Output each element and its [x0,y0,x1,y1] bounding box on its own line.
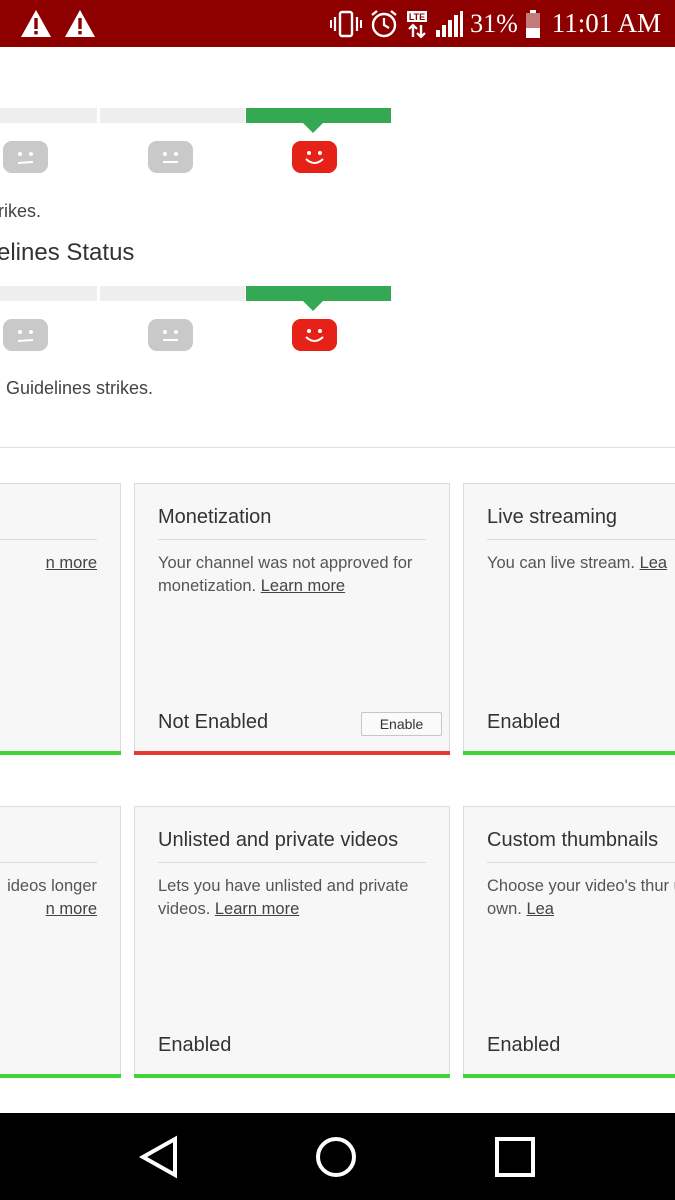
guidelines-strike-meter [0,286,391,356]
happy-face-icon [292,141,337,173]
neutral-face-icon [148,141,193,173]
neutral-face-icon [148,319,193,351]
enable-button[interactable]: Enable [361,712,442,736]
svg-text:LTE: LTE [409,12,425,22]
vibrate-icon [330,10,363,37]
feature-card-clipped: n more [0,483,121,755]
happy-face-icon [292,319,337,351]
live-streaming-card: Live streaming You can live stream. Lea … [463,483,675,755]
status-bar: LTE 31% 11:01 AM [0,0,675,47]
card-description: Lets you have unlisted and private video… [158,877,409,918]
copyright-strikes-caption: rikes. [0,201,42,221]
custom-thumbnails-card: Custom thumbnails Choose your video's th… [463,806,675,1078]
learn-more-link[interactable]: n more [46,900,97,918]
warning-icon [21,10,51,37]
learn-more-link[interactable]: Learn more [215,900,299,918]
navigation-bar [0,1113,675,1200]
guidelines-status-title: elines Status [0,239,135,266]
status-indicator-bar [134,1074,450,1078]
card-status: Enabled [487,1034,561,1056]
card-status: Enabled [158,1034,232,1056]
card-description: Your channel was not approved for moneti… [158,554,413,595]
status-indicator-bar [463,1074,675,1078]
strike-segment-current [246,108,391,123]
card-separator [487,539,675,540]
status-indicator-bar [463,751,675,755]
learn-more-link[interactable]: Lea [640,554,668,572]
card-description: ideos longer n more [7,877,97,918]
card-description: Choose your video's thur uploading your … [487,877,675,918]
feature-card-clipped: Live streaming You can live stream. Lea … [463,483,675,755]
current-indicator-icon [303,301,323,311]
monetization-card: Monetization Your channel was not approv… [134,483,450,755]
neutral-face-icon [3,141,48,173]
card-description: n more [0,552,97,575]
feature-card: n more [0,483,121,755]
copyright-strike-meter [0,108,391,178]
card-title: Monetization [158,506,272,528]
current-indicator-icon [303,123,323,133]
learn-more-link[interactable]: n more [46,554,97,572]
learn-more-link[interactable]: Lea [526,900,554,918]
strike-segment-current [246,286,391,301]
card-title: Live streaming [487,506,618,528]
guidelines-strikes-caption: Guidelines strikes. [6,378,154,398]
clock: 11:01 AM [551,8,661,38]
status-indicator-bar [0,751,121,755]
lte-icon: LTE [407,10,428,39]
section-divider [0,447,675,448]
feature-card-clipped: ideos longer n more [0,806,121,1078]
neutral-face-icon [3,319,48,351]
card-title: Custom thumbnails [487,829,659,851]
feature-card: ideos longer n more [0,806,121,1078]
learn-more-link[interactable]: Learn more [261,577,345,595]
card-description: You can live stream. Lea [487,554,668,572]
feature-card-clipped: Custom thumbnails Choose your video's th… [463,806,675,1078]
alarm-icon [371,9,397,37]
unlisted-private-videos-card: Unlisted and private videos Lets you hav… [134,806,450,1078]
status-indicator-bar [134,751,450,755]
battery-percent: 31% [470,9,518,38]
strike-segment [100,286,245,301]
card-status: Not Enabled [158,711,269,733]
card-separator [487,862,675,863]
warning-icon [65,10,95,37]
strike-segment [0,286,97,301]
recents-icon[interactable] [491,1133,539,1181]
card-separator [0,862,97,863]
back-icon[interactable] [135,1133,183,1181]
battery-icon [525,9,540,38]
card-status: Enabled [487,711,561,733]
card-separator [0,539,97,540]
status-indicator-bar [0,1074,121,1078]
card-separator [158,862,426,863]
card-separator [158,539,426,540]
signal-icon [436,10,464,37]
strike-segment [0,108,97,123]
strike-segment [100,108,245,123]
home-icon[interactable] [312,1133,360,1181]
card-title: Unlisted and private videos [158,829,399,851]
